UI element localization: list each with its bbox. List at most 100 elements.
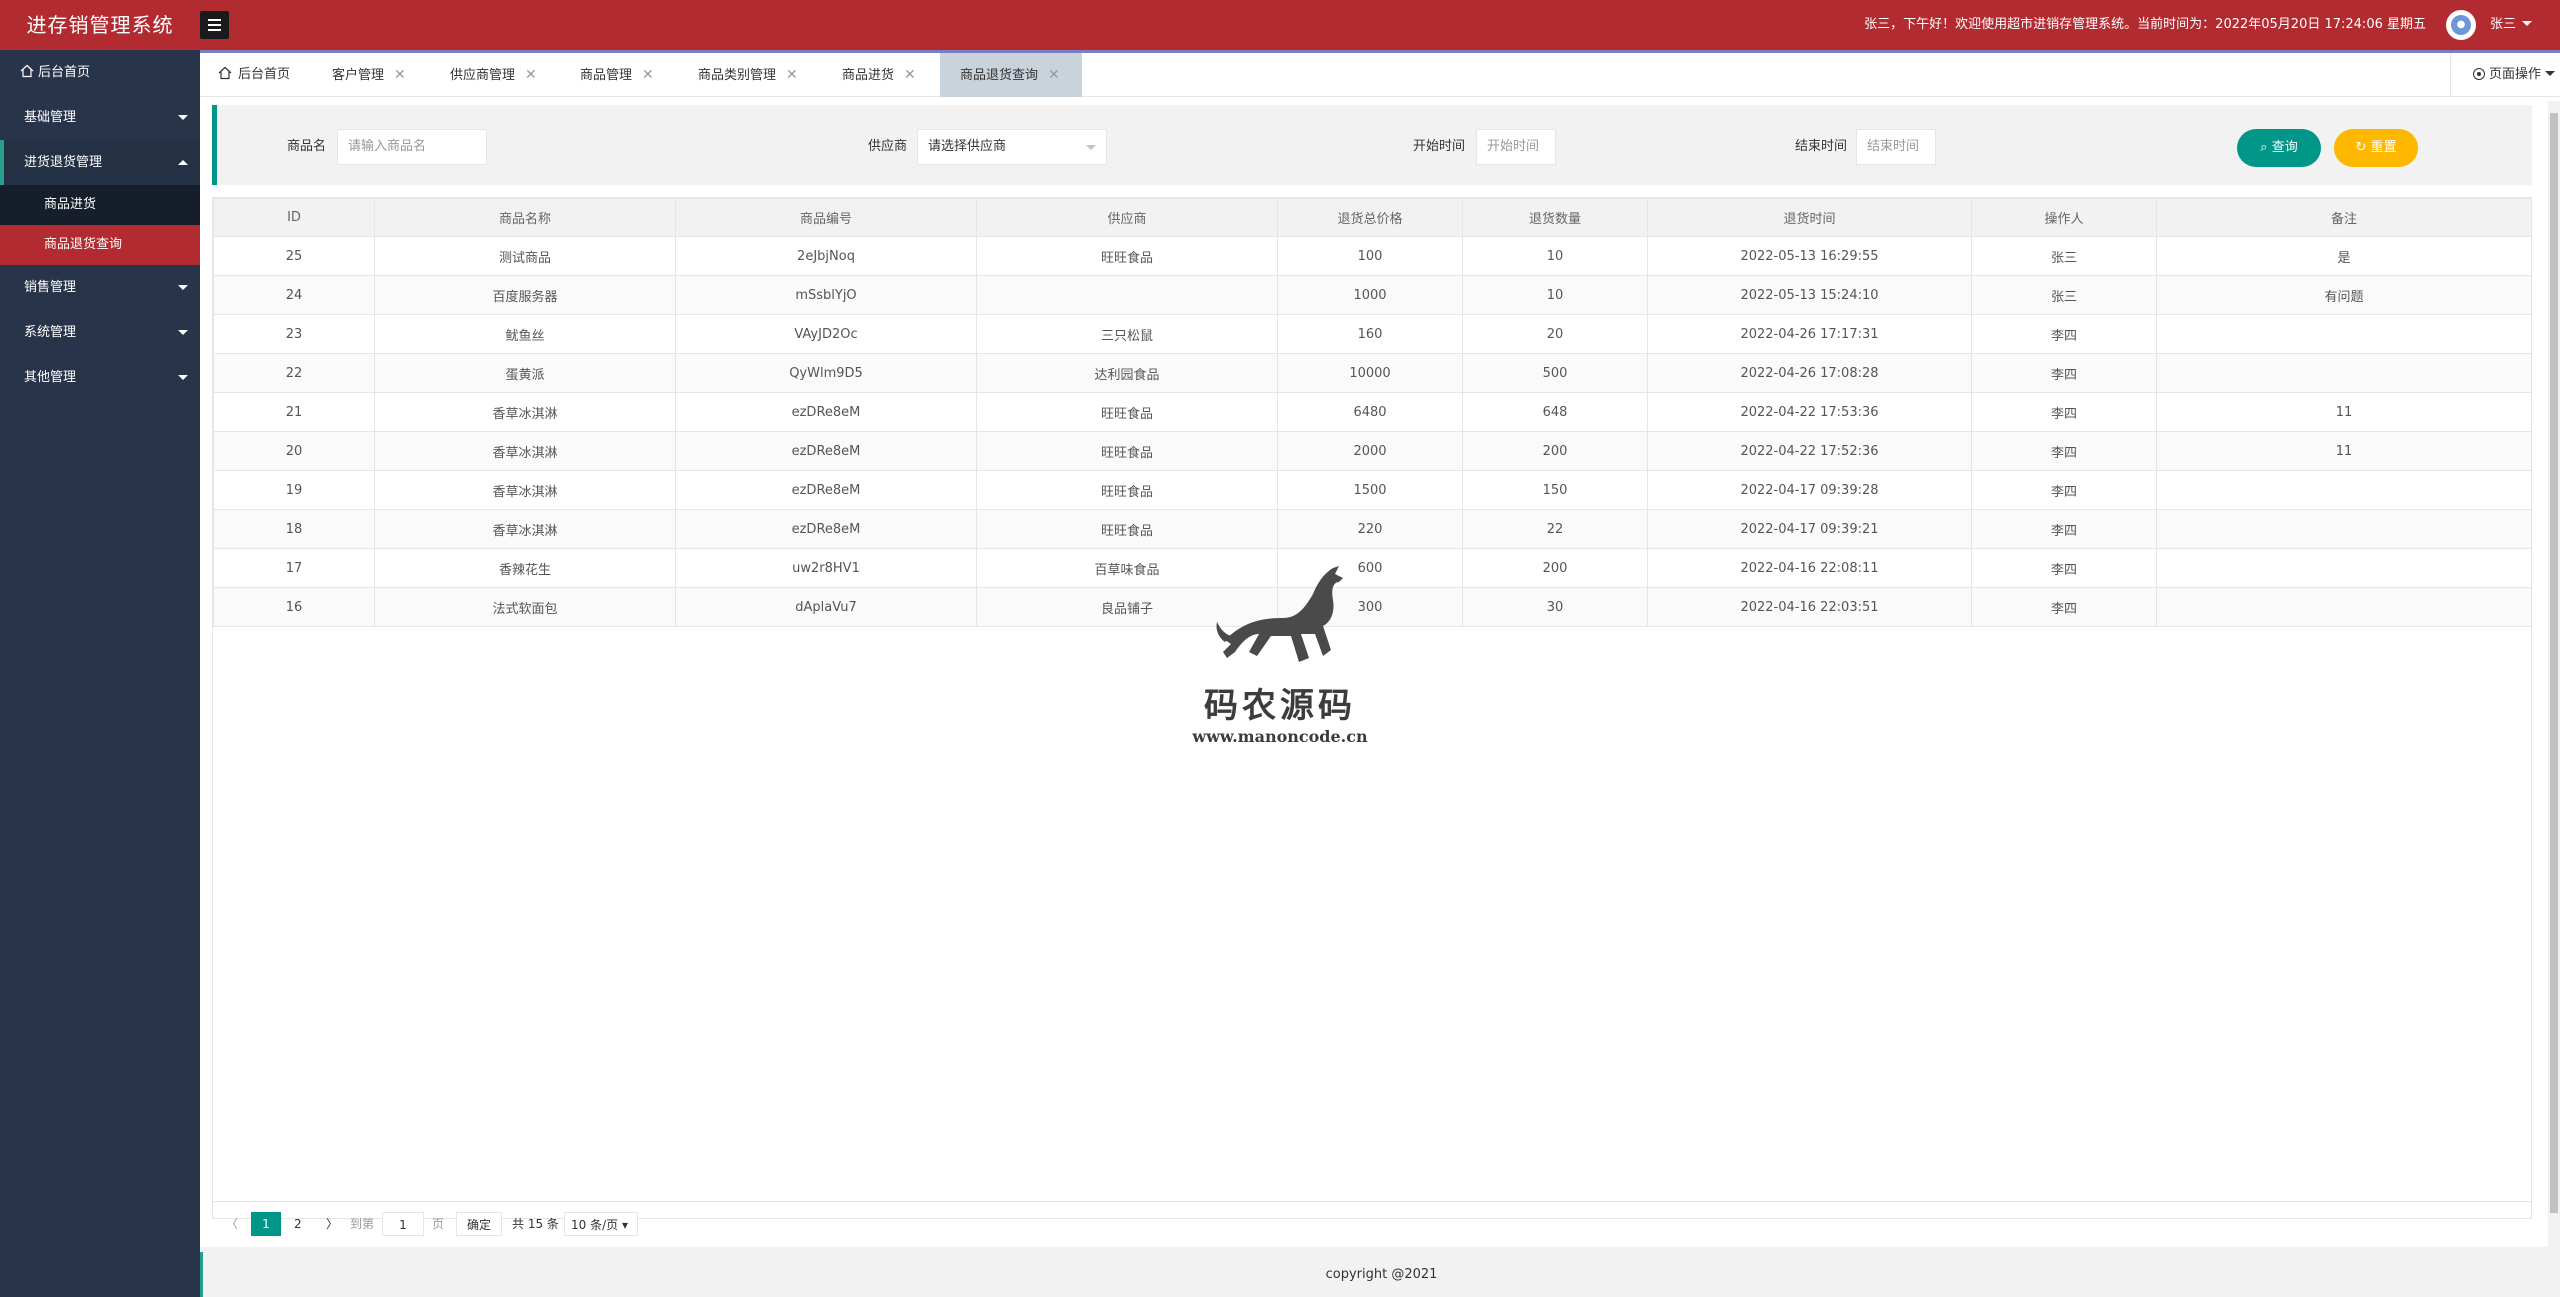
end-time-input[interactable]: 结束时间 (1856, 129, 1936, 165)
page-ops-label: 页面操作 (2489, 67, 2542, 82)
tab-provider[interactable]: 供应商管理 ✕ (450, 53, 537, 97)
sidebar-item-basic[interactable]: 基础管理 (0, 95, 200, 140)
table-cell: 香草冰淇淋 (374, 431, 676, 471)
search-panel: 商品名 请输入商品名 供应商 请选择供应商 开始时间 开始时间 结束时间 结束时… (212, 105, 2532, 185)
table-cell: 蛋黄派 (374, 353, 676, 393)
table-cell: 6480 (1277, 392, 1463, 432)
table-cell: 2022-04-16 22:08:11 (1647, 548, 1972, 588)
table-header-row: ID 商品名称 商品编号 供应商 退货总价格 退货数量 退货时间 操作人 备注 (213, 198, 2532, 237)
provider-select[interactable]: 请选择供应商 (917, 129, 1107, 165)
table-cell: ezDRe8eM (675, 431, 977, 471)
column-header: 商品编号 (675, 198, 977, 237)
sidebar-item-label: 销售管理 (24, 280, 77, 295)
user-menu[interactable]: 张三 (2490, 0, 2533, 50)
page-operations-menu[interactable]: 页面操作 (2450, 53, 2560, 97)
close-icon[interactable]: ✕ (525, 67, 537, 83)
table-cell: 648 (1462, 392, 1648, 432)
chevron-up-icon (178, 155, 188, 165)
sidebar-subitem-label: 商品进货 (44, 197, 97, 212)
table-cell: 2022-04-26 17:08:28 (1647, 353, 1972, 393)
table-cell: QyWlm9D5 (675, 353, 977, 393)
table-cell: 2022-04-22 17:52:36 (1647, 431, 1972, 471)
table-cell: 2022-04-17 09:39:28 (1647, 470, 1972, 510)
close-icon[interactable]: ✕ (394, 67, 406, 83)
chevron-down-icon: ▾ (621, 1218, 628, 1232)
sidebar-item-system[interactable]: 系统管理 (0, 310, 200, 355)
sidebar-item-purchase-return[interactable]: 进货退货管理 (0, 140, 200, 185)
close-icon[interactable]: ✕ (786, 67, 798, 83)
table-cell: 10000 (1277, 353, 1463, 393)
greeting-text: 张三，下午好！欢迎使用超市进销存管理系统。当前时间为：2022年05月20日 1… (1864, 17, 2426, 32)
table-cell: ezDRe8eM (675, 509, 977, 549)
table-cell: 22 (1462, 509, 1648, 549)
footer-copyright: copyright @2021 (200, 1252, 2560, 1297)
table-row[interactable]: 21 香草冰淇淋 ezDRe8eM 旺旺食品 6480 648 2022-04-22 17:… (213, 392, 2532, 432)
table-cell (2156, 470, 2532, 510)
table-cell: 香草冰淇淋 (374, 470, 676, 510)
sidebar: 后台首页 基础管理 进货退货管理 商品进货 商品退货查询 销售管理 系统管理 其… (0, 50, 200, 1297)
start-time-input[interactable]: 开始时间 (1476, 129, 1556, 165)
scrollbar-thumb[interactable] (2550, 113, 2558, 1213)
hamburger-icon (208, 19, 221, 21)
table-cell: 2022-05-13 16:29:55 (1647, 236, 1972, 276)
main-content: 商品名 请输入商品名 供应商 请选择供应商 开始时间 开始时间 结束时间 结束时… (200, 97, 2560, 1247)
table-row[interactable]: 19 香草冰淇淋 ezDRe8eM 旺旺食品 1500 150 2022-04-17 09:… (213, 470, 2532, 510)
page-1-button[interactable]: 1 (251, 1212, 281, 1236)
start-time-label: 开始时间 (1413, 139, 1466, 154)
tab-purchase[interactable]: 商品进货 ✕ (842, 53, 916, 97)
tab-label: 供应商管理 (450, 68, 516, 83)
target-icon (2473, 68, 2485, 80)
page-size-select[interactable]: 10 条/页 ▾ (564, 1212, 638, 1236)
table-cell: 21 (213, 392, 375, 432)
page-2-button[interactable]: 2 (294, 1212, 302, 1236)
tab-label: 客户管理 (332, 68, 385, 83)
table-cell: 19 (213, 470, 375, 510)
sidebar-item-sales[interactable]: 销售管理 (0, 265, 200, 310)
tab-home[interactable]: 后台首页 (218, 53, 290, 97)
table-row[interactable]: 23 鱿鱼丝 VAyJD2Oc 三只松鼠 160 20 2022-04-26 17:17:3… (213, 314, 2532, 354)
close-icon[interactable]: ✕ (642, 67, 654, 83)
table-cell: uw2r8HV1 (675, 548, 977, 588)
sidebar-subitem-return-query[interactable]: 商品退货查询 (0, 225, 200, 265)
goto-page-input[interactable]: 1 (382, 1212, 424, 1236)
table-row[interactable]: 22 蛋黄派 QyWlm9D5 达利园食品 10000 500 2022-04-26 17:… (213, 353, 2532, 393)
close-icon[interactable]: ✕ (1048, 67, 1060, 83)
goto-confirm-button[interactable]: 确定 (456, 1212, 502, 1236)
sidebar-item-other[interactable]: 其他管理 (0, 355, 200, 400)
avatar[interactable]: ● (2446, 10, 2476, 40)
reset-button[interactable]: ↻ 重置 (2334, 129, 2418, 167)
table-cell: 李四 (1971, 392, 2157, 432)
table-cell: 11 (2156, 392, 2532, 432)
chevron-down-icon (178, 285, 188, 295)
table-row[interactable]: 20 香草冰淇淋 ezDRe8eM 旺旺食品 2000 200 2022-04-22 17:… (213, 431, 2532, 471)
table-cell: 张三 (1971, 275, 2157, 315)
table-cell (2156, 509, 2532, 549)
sidebar-item-label: 基础管理 (24, 110, 77, 125)
tab-label: 商品管理 (580, 68, 633, 83)
watermark-title: 码农源码 (1204, 686, 1356, 726)
goods-name-input[interactable]: 请输入商品名 (337, 129, 487, 165)
vertical-scrollbar[interactable] (2548, 101, 2560, 1247)
table-cell: 香辣花生 (374, 548, 676, 588)
close-icon[interactable]: ✕ (904, 67, 916, 83)
table-cell: 李四 (1971, 314, 2157, 354)
table-cell: ezDRe8eM (675, 470, 977, 510)
tab-customer[interactable]: 客户管理 ✕ (332, 53, 406, 97)
query-button[interactable]: ⌕ 查询 (2237, 129, 2321, 167)
table-cell: 160 (1277, 314, 1463, 354)
tab-goods[interactable]: 商品管理 ✕ (580, 53, 654, 97)
sidebar-subitem-purchase[interactable]: 商品进货 (0, 185, 200, 225)
tab-goods-type[interactable]: 商品类别管理 ✕ (698, 53, 798, 97)
table-cell: 2022-04-22 17:53:36 (1647, 392, 1972, 432)
table-cell: 李四 (1971, 470, 2157, 510)
table-cell: 100 (1277, 236, 1463, 276)
prev-page-icon[interactable]: 〈 (226, 1212, 238, 1236)
table-row[interactable]: 25 测试商品 2eJbjNoq 旺旺食品 100 10 2022-05-13 16:29:… (213, 236, 2532, 276)
table-row[interactable]: 24 百度服务器 mSsblYjO 1000 10 2022-05-13 15:24:10… (213, 275, 2532, 315)
table-row[interactable]: 18 香草冰淇淋 ezDRe8eM 旺旺食品 220 22 2022-04-17 09:39… (213, 509, 2532, 549)
sidebar-item-home[interactable]: 后台首页 (0, 50, 200, 95)
tab-return-query[interactable]: 商品退货查询 ✕ (940, 53, 1082, 97)
menu-toggle-button[interactable] (200, 11, 229, 39)
next-page-icon[interactable]: 〉 (326, 1212, 338, 1236)
page-size-value: 10 条/页 (571, 1218, 619, 1232)
